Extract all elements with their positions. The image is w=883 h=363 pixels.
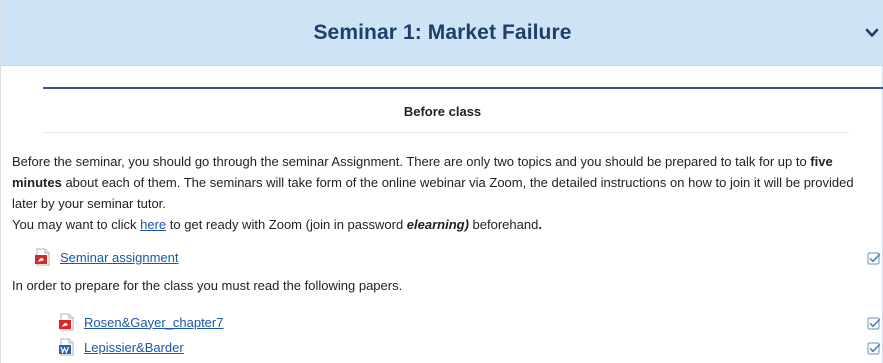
activity-lepissier-barder[interactable]: Lepissier&Barder	[59, 338, 184, 356]
completion-checkbox-icon[interactable]	[867, 252, 881, 266]
zoom-text-3: beforehand	[468, 217, 539, 232]
course-section: Seminar 1: Market Failure Before class B…	[0, 0, 883, 363]
pdf-icon	[59, 313, 74, 331]
activity-rosen-gayer[interactable]: Rosen&Gayer_chapter7	[59, 313, 223, 331]
summary-heading: Before class	[403, 104, 482, 119]
completion-checkbox-icon[interactable]	[867, 317, 881, 331]
section-header[interactable]: Seminar 1: Market Failure	[1, 0, 883, 66]
activity-seminar-assignment[interactable]: Seminar assignment	[35, 248, 179, 266]
intro-text-1: Before the seminar, you should go throug…	[12, 154, 811, 169]
zoom-text-end: .	[538, 217, 542, 232]
zoom-password: elearning)	[406, 217, 469, 232]
reading-note: In order to prepare for the class you mu…	[12, 278, 403, 293]
zoom-paragraph: You may want to click here to get ready …	[12, 216, 867, 234]
activity-link[interactable]: Lepissier&Barder	[84, 340, 184, 355]
intro-paragraph: Before the seminar, you should go throug…	[12, 151, 867, 214]
section-divider	[43, 87, 883, 89]
zoom-text-2: to get ready with Zoom (join in password	[166, 217, 407, 232]
chevron-down-icon[interactable]	[864, 25, 880, 41]
zoom-here-link[interactable]: here	[140, 217, 166, 232]
pdf-icon	[35, 248, 50, 266]
heading-divider	[43, 132, 849, 133]
completion-checkbox-icon[interactable]	[867, 342, 881, 356]
word-icon	[59, 338, 74, 356]
activity-link[interactable]: Seminar assignment	[60, 250, 179, 265]
section-title: Seminar 1: Market Failure	[313, 20, 572, 44]
intro-text-2: about each of them. The seminars will ta…	[12, 175, 854, 211]
activity-link[interactable]: Rosen&Gayer_chapter7	[84, 315, 223, 330]
zoom-text-1: You may want to click	[12, 217, 141, 232]
